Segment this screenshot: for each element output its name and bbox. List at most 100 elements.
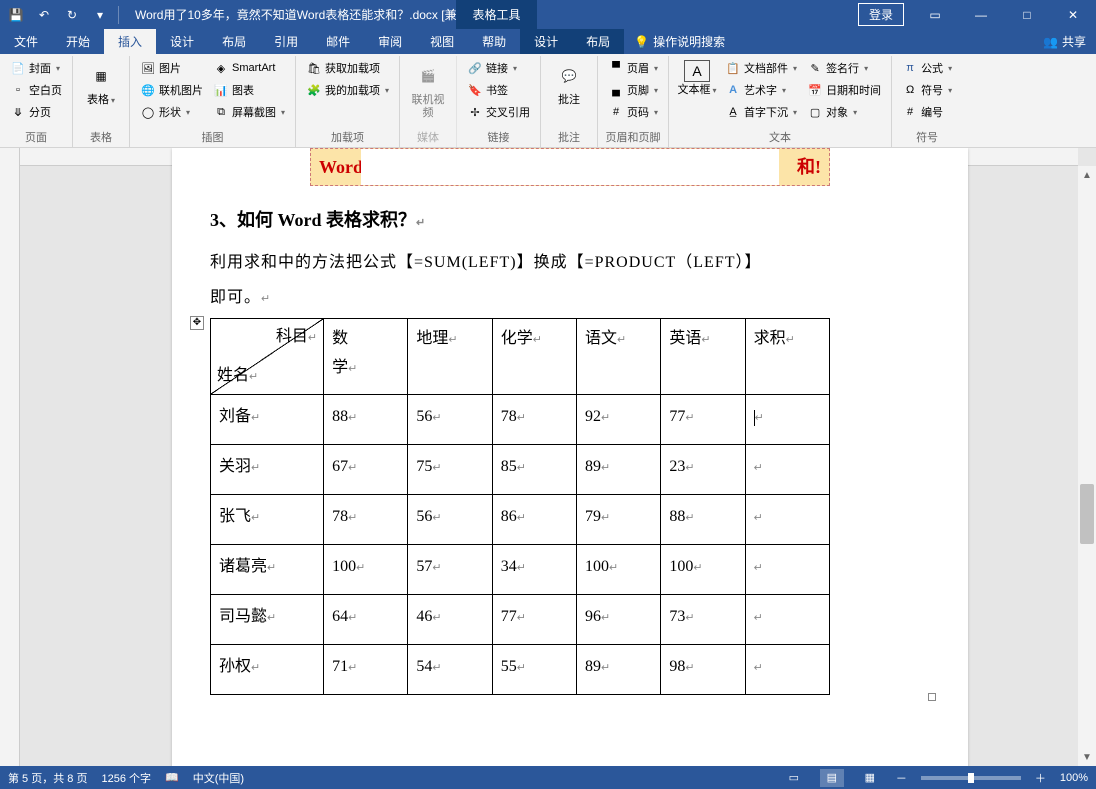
- row-name[interactable]: 诸葛亮↵: [211, 545, 324, 595]
- table-row[interactable]: 张飞↵78↵56↵86↵79↵88↵↵: [211, 495, 830, 545]
- redo-button[interactable]: ↻: [60, 3, 84, 27]
- table-cell[interactable]: 75↵: [408, 445, 492, 495]
- table-row[interactable]: 司马懿↵64↵46↵77↵96↵73↵↵: [211, 595, 830, 645]
- print-layout-button[interactable]: ▤: [820, 769, 844, 787]
- table-cell[interactable]: ↵: [745, 445, 829, 495]
- comment-button[interactable]: 💬批注: [547, 56, 591, 111]
- vertical-ruler[interactable]: [0, 148, 20, 766]
- screenshot-button[interactable]: ⧉屏幕截图▾: [209, 102, 289, 122]
- table-cell[interactable]: 89↵: [577, 445, 661, 495]
- scroll-down-button[interactable]: ▼: [1078, 748, 1096, 766]
- table-cell[interactable]: 78↵: [324, 495, 408, 545]
- crossref-button[interactable]: ✢交叉引用: [463, 102, 534, 122]
- tell-me[interactable]: 💡操作说明搜索: [624, 29, 735, 54]
- table-cell[interactable]: 56↵: [408, 495, 492, 545]
- smartart-button[interactable]: ◈SmartArt: [209, 58, 289, 78]
- zoom-out-button[interactable]: －: [896, 770, 907, 786]
- tab-insert[interactable]: 插入: [104, 29, 156, 54]
- read-mode-button[interactable]: ▭: [782, 769, 806, 787]
- table-cell[interactable]: 77↵: [492, 595, 576, 645]
- ribbon-display-button[interactable]: ▭: [912, 0, 958, 29]
- document-page[interactable]: Word 用 和! 3、如何 Word 表格求积？↵ 利用求和中的方法把公式【=…: [172, 148, 968, 766]
- cover-page-button[interactable]: 📄封面▾: [6, 58, 66, 78]
- table-row[interactable]: 诸葛亮↵100↵57↵34↵100↵100↵↵: [211, 545, 830, 595]
- table-cell[interactable]: 79↵: [577, 495, 661, 545]
- table-cell[interactable]: 88↵: [324, 395, 408, 445]
- pagenum-button[interactable]: #页码▾: [604, 102, 662, 122]
- vertical-scrollbar[interactable]: ▲ ▼: [1078, 166, 1096, 766]
- table-cell[interactable]: 96↵: [577, 595, 661, 645]
- my-addins-button[interactable]: 🧩我的加载项▾: [302, 80, 393, 100]
- table-cell[interactable]: 100↵: [324, 545, 408, 595]
- scroll-up-button[interactable]: ▲: [1078, 166, 1096, 184]
- table-row[interactable]: 关羽↵67↵75↵85↵89↵23↵↵: [211, 445, 830, 495]
- shapes-button[interactable]: ◯形状▾: [136, 102, 207, 122]
- table-cell[interactable]: ↵: [745, 645, 829, 695]
- tab-design[interactable]: 设计: [156, 29, 208, 54]
- table-cell[interactable]: 92↵: [577, 395, 661, 445]
- online-pictures-button[interactable]: 🌐联机图片: [136, 80, 207, 100]
- tab-table-layout[interactable]: 布局: [572, 29, 624, 54]
- language-indicator[interactable]: 中文(中国): [193, 770, 244, 786]
- table-cell[interactable]: ↵: [745, 595, 829, 645]
- row-name[interactable]: 刘备↵: [211, 395, 324, 445]
- tab-view[interactable]: 视图: [416, 29, 468, 54]
- tab-home[interactable]: 开始: [52, 29, 104, 54]
- quickparts-button[interactable]: 📋文档部件▾: [721, 58, 801, 78]
- object-button[interactable]: ▢对象▾: [803, 102, 885, 122]
- table-cell[interactable]: 64↵: [324, 595, 408, 645]
- chart-button[interactable]: 📊图表: [209, 80, 289, 100]
- table-cell[interactable]: ↵: [745, 495, 829, 545]
- table-cell[interactable]: 56↵: [408, 395, 492, 445]
- undo-button[interactable]: ↶: [32, 3, 56, 27]
- table-cell[interactable]: ↵: [745, 395, 829, 445]
- table-cell[interactable]: 73↵: [661, 595, 745, 645]
- autosave-icon[interactable]: 💾: [4, 3, 28, 27]
- share-button[interactable]: 👥共享: [1033, 29, 1096, 54]
- table-move-handle[interactable]: ✥: [190, 316, 204, 330]
- row-name[interactable]: 司马懿↵: [211, 595, 324, 645]
- table-cell[interactable]: 77↵: [661, 395, 745, 445]
- table-cell[interactable]: 46↵: [408, 595, 492, 645]
- wordart-button[interactable]: A艺术字▾: [721, 80, 801, 100]
- scroll-track[interactable]: [1078, 184, 1096, 748]
- tab-table-design[interactable]: 设计: [520, 29, 572, 54]
- word-count[interactable]: 1256 个字: [101, 770, 151, 786]
- zoom-in-button[interactable]: ＋: [1035, 770, 1046, 786]
- footer-button[interactable]: ▄页脚▾: [604, 80, 662, 100]
- textbox-button[interactable]: A文本框▾: [675, 56, 719, 101]
- zoom-slider[interactable]: [921, 776, 1021, 780]
- symbol-button[interactable]: Ω符号▾: [898, 80, 956, 100]
- table-resize-handle[interactable]: [928, 693, 936, 701]
- spellcheck-icon[interactable]: 📖: [165, 771, 179, 784]
- tab-layout[interactable]: 布局: [208, 29, 260, 54]
- tab-review[interactable]: 审阅: [364, 29, 416, 54]
- data-table[interactable]: 科目↵姓名↵数学↵地理↵化学↵语文↵英语↵求积↵刘备↵88↵56↵78↵92↵7…: [210, 318, 830, 695]
- table-cell[interactable]: ↵: [745, 545, 829, 595]
- zoom-thumb[interactable]: [968, 773, 974, 783]
- blank-page-button[interactable]: ▫空白页: [6, 80, 66, 100]
- table-cell[interactable]: 67↵: [324, 445, 408, 495]
- table-cell[interactable]: 34↵: [492, 545, 576, 595]
- table-cell[interactable]: 78↵: [492, 395, 576, 445]
- row-name[interactable]: 孙权↵: [211, 645, 324, 695]
- bookmark-button[interactable]: 🔖书签: [463, 80, 534, 100]
- header-button[interactable]: ▀页眉▾: [604, 58, 662, 78]
- signature-button[interactable]: ✎签名行▾: [803, 58, 885, 78]
- tab-file[interactable]: 文件: [0, 29, 52, 54]
- table-cell[interactable]: 100↵: [661, 545, 745, 595]
- tab-help[interactable]: 帮助: [468, 29, 520, 54]
- table-cell[interactable]: 98↵: [661, 645, 745, 695]
- table-cell[interactable]: 88↵: [661, 495, 745, 545]
- minimize-button[interactable]: ―: [958, 0, 1004, 29]
- page-break-button[interactable]: ⤋分页: [6, 102, 66, 122]
- table-button[interactable]: ▦表格▾: [79, 56, 123, 111]
- table-cell[interactable]: 85↵: [492, 445, 576, 495]
- row-name[interactable]: 张飞↵: [211, 495, 324, 545]
- tab-references[interactable]: 引用: [260, 29, 312, 54]
- table-row[interactable]: 孙权↵71↵54↵55↵89↵98↵↵: [211, 645, 830, 695]
- table-cell[interactable]: 57↵: [408, 545, 492, 595]
- equation-button[interactable]: π公式▾: [898, 58, 956, 78]
- table-row[interactable]: 刘备↵88↵56↵78↵92↵77↵↵: [211, 395, 830, 445]
- table-cell[interactable]: 100↵: [577, 545, 661, 595]
